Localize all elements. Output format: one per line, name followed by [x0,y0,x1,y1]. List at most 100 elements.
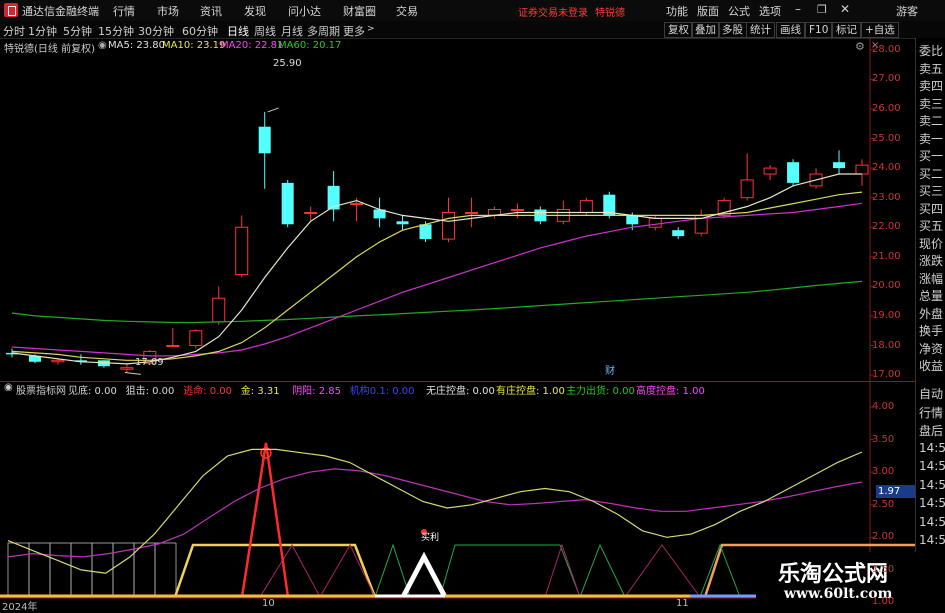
period-15min[interactable]: 15分钟 [98,23,134,39]
f10-button[interactable]: F10 [805,22,833,38]
menu-jiaoyi[interactable]: 交易 [396,3,418,19]
indicator-icon[interactable]: ◉ [4,382,13,393]
no-control-band [154,542,177,598]
indicator-legend-item: 机构0.1: 0.00 [349,386,415,397]
login-notice[interactable]: 证券交易未登录 [518,4,588,19]
menu-banmian[interactable]: 版面 [697,3,719,19]
period-daily[interactable]: 日线 [227,23,249,39]
candle-body-up [235,226,249,276]
period-fenshi[interactable]: 分时 [3,23,25,39]
no-control-band [28,542,51,598]
menu-gongneng[interactable]: 功能 [666,3,688,19]
buy-signal-label: 买利 [421,533,440,543]
escape-signal-spike [240,442,290,598]
candle-body-down [419,224,432,240]
quote-field-label: 总量 [919,289,944,303]
period-5min[interactable]: 5分钟 [63,23,92,39]
minimize-icon[interactable]: – [795,2,801,16]
quote-field-label: 收益 [919,359,944,373]
main-y-tick-label: 21.00 [872,250,901,262]
quote-field-label: 卖二 [919,114,944,128]
indicator-current-value: 1.97 [876,485,916,498]
quote-field-label: 涨跌 [919,254,944,268]
period-60min[interactable]: 60分钟 [182,23,218,39]
menu-hangqing[interactable]: 行情 [113,3,135,19]
candle-body-up [166,345,180,348]
overlay-button[interactable]: 叠加 [691,22,720,38]
zigzag-green-2 [439,543,626,599]
quote-time-label[interactable]: 盘后 [919,422,943,439]
period-1min[interactable]: 1分钟 [28,23,57,39]
mark-button[interactable]: 标记 [832,22,861,38]
quote-time-label[interactable]: 行情 [919,404,943,421]
ma10-line [11,191,863,361]
fuquan-button[interactable]: 复权 [664,22,693,38]
period-multi[interactable]: 多周期 [307,23,340,39]
quote-field-label: 买五 [919,219,944,233]
menu-xuanxiang[interactable]: 选项 [759,3,781,19]
menu-shichang[interactable]: 市场 [157,3,179,19]
candle-body-up [189,330,203,347]
app-logo-icon [4,3,18,17]
low-arrow [124,371,141,375]
indicator-legend-item: 金: 3.31 [240,386,280,397]
finance-event-marker[interactable]: 财 [605,362,615,377]
close-icon[interactable]: ✕ [840,2,850,16]
quote-field-label: 卖一 [919,131,944,146]
candle-body-down [626,215,639,225]
quote-field-label: 外盘 [919,306,944,321]
ind-y-tick-label: 2.00 [872,531,895,543]
watermark: 乐淘公式网 www.60lt.com [756,552,945,609]
menu-faxian[interactable]: 发现 [244,3,266,19]
menu-gongshi[interactable]: 公式 [728,3,750,19]
yinyang-line [7,468,863,558]
candle-body-up [51,359,65,363]
candle-body-up [464,211,478,214]
candlestick-chart[interactable] [0,38,915,381]
menu-wenxiaoda[interactable]: 问小达 [288,3,321,19]
add-favorite-button[interactable]: +自选 [861,22,899,38]
buy-signal-triangle [400,551,448,599]
zigzag-magenta-3 [624,544,701,598]
main-y-tick-label: 23.00 [872,191,901,203]
candle-body-up [304,211,318,214]
settings-icon[interactable]: ⚙ [855,40,865,53]
draw-line-button[interactable]: 画线 [776,22,805,38]
quote-time-label: 14:50 [919,477,945,492]
candle-body-up [763,167,777,175]
period-weekly[interactable]: 周线 [254,23,276,39]
stats-button[interactable]: 统计 [746,22,775,38]
menu-caifuquan[interactable]: 财富圈 [343,3,376,19]
high-price-label: 25.90 [273,58,302,69]
ma60-line [11,280,863,324]
legend-toggle-icon[interactable]: ◉ [98,40,107,51]
more-arrow-icon[interactable]: > [367,24,375,34]
main-y-tick-label: 24.00 [872,162,901,174]
period-toolbar: 分时 1分钟 5分钟 15分钟 30分钟 60分钟 日线 周线 月线 多周期 更… [0,21,945,39]
candle-body-up [740,179,754,199]
no-control-band [49,542,72,598]
main-y-tick-label: 17.00 [872,369,901,381]
ma60-legend: MA60: 20.17 [278,40,342,51]
candle-body-up [579,200,593,213]
period-monthly[interactable]: 月线 [281,23,303,39]
multi-stock-button[interactable]: 多股 [718,22,747,38]
menu-zixun[interactable]: 资讯 [200,3,222,19]
indicator-legend-item: 有庄控盘: 1.00 [496,386,565,397]
main-y-tick-label: 25.00 [872,132,901,144]
indicator-legend-item: 狙击: 0.00 [125,386,175,397]
indicator-legend-item: 高度控盘: 1.00 [636,386,705,397]
restore-icon[interactable]: ❐ [817,3,827,16]
indicator-legend-item: 无庄控盘: 0.00 [426,386,495,397]
ma20-legend: MA20: 22.81 [220,40,284,51]
candle-body-up [212,297,226,323]
period-more[interactable]: 更多 [343,23,365,39]
period-30min[interactable]: 30分钟 [138,23,174,39]
candle-body-up [120,367,134,370]
main-y-tick-label: 28.00 [872,43,901,55]
ma5-line [11,173,862,365]
candle-body-up [855,164,869,175]
guest-label[interactable]: 游客 [896,3,918,19]
quote-time-label[interactable]: 自动 [919,385,943,402]
quote-field-label: 卖四 [919,79,944,93]
